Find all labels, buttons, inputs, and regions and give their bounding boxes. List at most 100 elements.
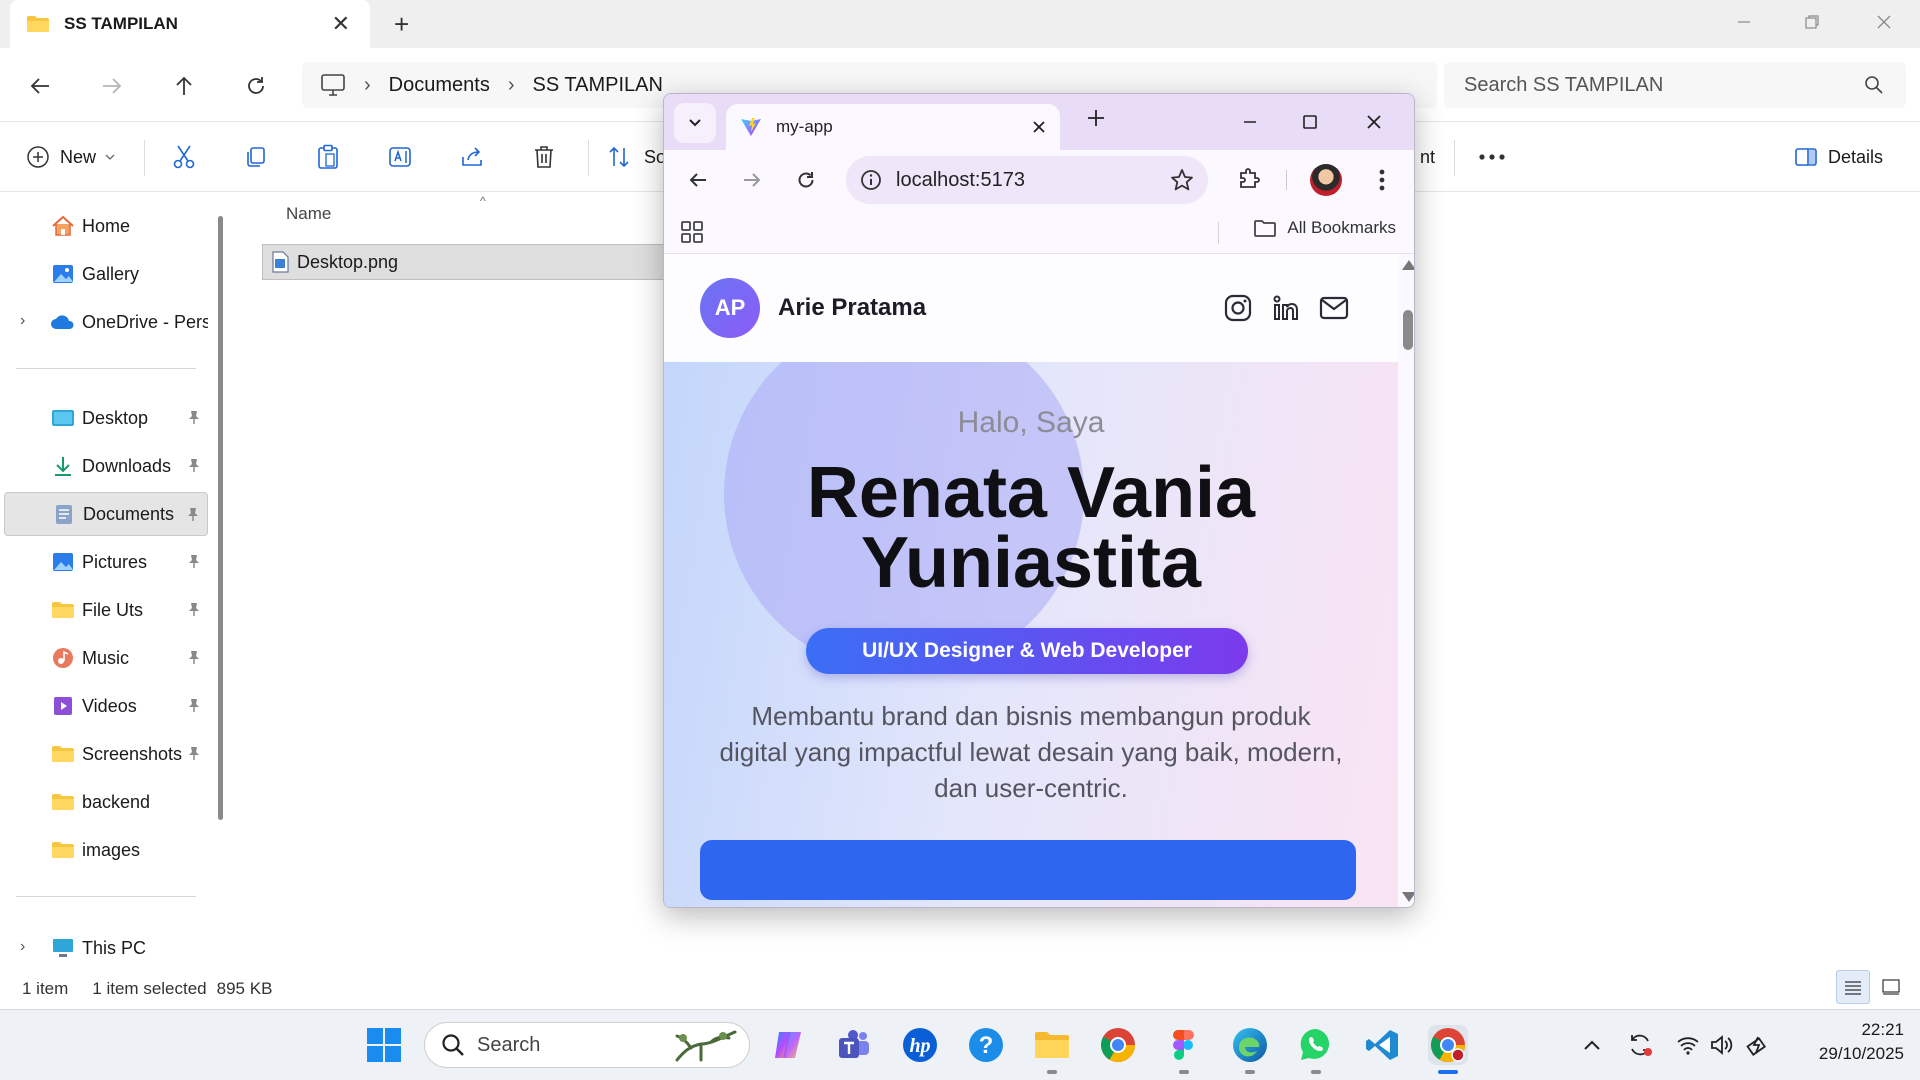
sidebar-item-documents[interactable]: Documents	[4, 492, 208, 536]
forward-button[interactable]	[96, 70, 128, 102]
sort-button[interactable]: So	[608, 141, 666, 173]
extensions-button[interactable]	[1232, 160, 1268, 196]
show-hidden-icons-button[interactable]	[1578, 1031, 1606, 1059]
back-button[interactable]	[24, 70, 56, 102]
details-view-button[interactable]	[1836, 970, 1870, 1004]
see-more-button[interactable]	[1478, 141, 1506, 173]
sidebar-item-desktop[interactable]: Desktop	[4, 396, 208, 440]
email-link[interactable]	[1318, 292, 1350, 324]
copy-button[interactable]	[244, 141, 268, 173]
figma-app[interactable]	[1164, 1025, 1204, 1074]
sidebar-item-this-pc[interactable]: This PC	[4, 926, 208, 970]
pin-icon[interactable]	[186, 409, 202, 425]
paste-button[interactable]	[316, 141, 340, 173]
sidebar-item-pictures[interactable]: Pictures	[4, 540, 208, 584]
all-bookmarks-label: All Bookmarks	[1287, 218, 1396, 237]
linkedin-link[interactable]	[1270, 292, 1302, 324]
browser-maximize-button[interactable]	[1290, 106, 1330, 138]
scroll-down-icon[interactable]	[1402, 892, 1414, 902]
pin-icon[interactable]	[186, 649, 202, 665]
delete-button[interactable]	[532, 141, 556, 173]
wifi-tray-button[interactable]	[1674, 1031, 1702, 1059]
browser-window: my-app localhost:5173 All Bookmarks AP A…	[663, 93, 1415, 908]
pin-icon[interactable]	[185, 506, 201, 522]
breadcrumb-documents[interactable]: Documents	[389, 74, 490, 97]
pin-icon[interactable]	[186, 601, 202, 617]
sidebar-item-backend[interactable]: backend	[4, 780, 208, 824]
new-tab-button[interactable]	[1086, 108, 1106, 133]
details-button[interactable]: Details	[1794, 141, 1883, 173]
taskbar-search[interactable]: Search	[424, 1022, 750, 1068]
star-icon[interactable]	[1170, 168, 1194, 192]
explorer-tab[interactable]: SS TAMPILAN ✕	[10, 0, 370, 48]
system-clock[interactable]: 22:21 29/10/2025	[1780, 1020, 1904, 1064]
sidebar-scrollbar[interactable]	[218, 216, 223, 820]
info-icon[interactable]	[860, 169, 882, 191]
browser-back-button[interactable]	[680, 162, 716, 198]
whatsapp-app[interactable]	[1296, 1025, 1336, 1074]
windows-start-icon[interactable]	[366, 1027, 402, 1063]
tiles-view-button[interactable]	[1874, 970, 1908, 1004]
sidebar-item-downloads[interactable]: Downloads	[4, 444, 208, 488]
volume-tray-button[interactable]	[1708, 1031, 1736, 1059]
omnibox[interactable]: localhost:5173	[846, 156, 1208, 204]
browser-close-button[interactable]	[1354, 106, 1394, 138]
sidebar-item-videos[interactable]: Videos	[4, 684, 208, 728]
sidebar-item-onedrive[interactable]: OneDrive - Perso	[4, 300, 208, 344]
browser-reload-button[interactable]	[788, 162, 824, 198]
pin-icon[interactable]	[186, 457, 202, 473]
file-explorer-app[interactable]	[1032, 1025, 1072, 1074]
battery-tray-button[interactable]	[1744, 1031, 1772, 1059]
breadcrumb-current[interactable]: SS TAMPILAN	[533, 74, 663, 97]
chrome-app[interactable]	[1098, 1025, 1138, 1065]
close-window-button[interactable]	[1860, 6, 1908, 38]
browser-minimize-button[interactable]	[1230, 106, 1270, 138]
column-header-name[interactable]: Name	[286, 204, 331, 224]
minimize-button[interactable]	[1720, 6, 1768, 38]
sidebar-item-file-uts[interactable]: File Uts	[4, 588, 208, 632]
apps-grid-icon[interactable]	[680, 220, 704, 244]
new-tab-button[interactable]: +	[394, 10, 409, 38]
profile-avatar[interactable]	[1310, 164, 1342, 196]
explorer-titlebar: SS TAMPILAN ✕ +	[0, 0, 1920, 48]
refresh-button[interactable]	[240, 70, 272, 102]
teams-app[interactable]	[834, 1025, 874, 1065]
browser-menu-button[interactable]	[1364, 162, 1400, 198]
close-icon[interactable]	[1032, 120, 1046, 134]
sidebar-item-music[interactable]: Music	[4, 636, 208, 680]
restore-button[interactable]	[1788, 6, 1836, 38]
rename-button[interactable]	[388, 141, 414, 173]
hero-cta-button[interactable]	[700, 840, 1356, 900]
copilot-app[interactable]	[768, 1025, 808, 1065]
chrome-profile-app[interactable]	[1428, 1025, 1468, 1074]
sidebar-item-gallery[interactable]: Gallery	[4, 252, 208, 296]
sidebar-item-images[interactable]: images	[4, 828, 208, 872]
site-logo[interactable]: AP	[700, 278, 760, 338]
sidebar-item-screenshots[interactable]: Screenshots	[4, 732, 208, 776]
vscode-app[interactable]	[1362, 1025, 1402, 1065]
explorer-search-input[interactable]: Search SS TAMPILAN	[1444, 62, 1906, 108]
scroll-up-icon[interactable]	[1402, 260, 1414, 270]
hp-app[interactable]: hp	[900, 1025, 940, 1065]
scroll-thumb[interactable]	[1403, 310, 1413, 350]
up-button[interactable]	[168, 70, 200, 102]
browser-tab-active[interactable]: my-app	[726, 104, 1060, 150]
tab-search-button[interactable]	[674, 103, 716, 143]
sync-tray-button[interactable]	[1626, 1031, 1654, 1059]
file-row[interactable]: Desktop.png	[262, 244, 682, 280]
pin-icon[interactable]	[186, 553, 202, 569]
sidebar-item-home[interactable]: Home	[4, 204, 208, 248]
instagram-link[interactable]	[1222, 292, 1254, 324]
browser-forward-button[interactable]	[734, 162, 770, 198]
share-button[interactable]	[460, 141, 486, 173]
pin-icon[interactable]	[186, 697, 202, 713]
site-brand-name[interactable]: Arie Pratama	[778, 294, 926, 322]
close-icon[interactable]: ✕	[332, 12, 350, 36]
page-scrollbar[interactable]	[1398, 254, 1414, 907]
new-button[interactable]: New	[26, 141, 116, 173]
edge-app[interactable]	[1230, 1025, 1270, 1074]
help-app[interactable]: ?	[966, 1025, 1006, 1065]
cut-button[interactable]	[172, 141, 196, 173]
all-bookmarks-button[interactable]: All Bookmarks	[1253, 218, 1396, 238]
pin-icon[interactable]	[186, 745, 202, 761]
